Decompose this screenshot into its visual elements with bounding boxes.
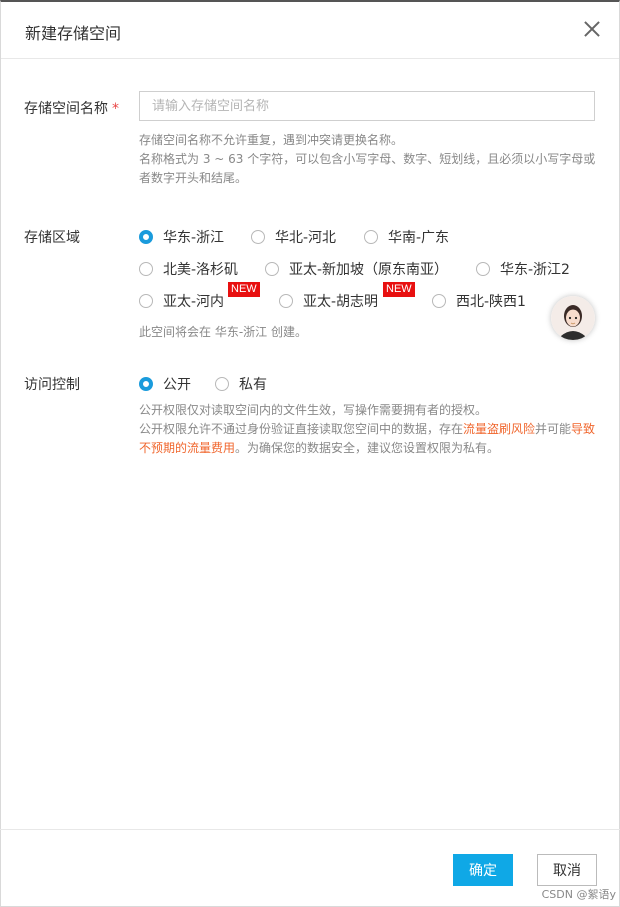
access-label: 访问控制 <box>24 377 80 393</box>
region-option-huadong-zhejiang2[interactable]: 华东-浙江2 <box>476 259 570 279</box>
bucket-name-input[interactable] <box>139 91 595 121</box>
watermark: CSDN @絮语y <box>541 888 616 901</box>
new-badge: NEW <box>228 282 260 297</box>
region-option-ap-hochiminh[interactable]: 亚太-胡志明 <box>279 291 378 311</box>
dialog-footer <box>0 829 620 905</box>
name-hint: 存储空间名称不允许重复，遇到冲突请更换名称。 名称格式为 3 ~ 63 个字符，… <box>139 133 596 185</box>
region-label: 存储区域 <box>24 230 80 246</box>
close-icon[interactable] <box>581 18 603 40</box>
cancel-button[interactable]: 取消 <box>537 854 597 886</box>
region-option-ap-singapore[interactable]: 亚太-新加坡（原东南亚） <box>265 259 448 279</box>
radio-icon <box>215 377 229 391</box>
region-option-huanan-guangdong[interactable]: 华南-广东 <box>364 227 449 247</box>
region-option-ap-hanoi[interactable]: 亚太-河内 <box>139 291 224 311</box>
region-option-huadong-zhejiang[interactable]: 华东-浙江 <box>139 227 224 247</box>
dialog-title: 新建存储空间 <box>25 24 122 43</box>
radio-icon <box>476 262 490 276</box>
dialog-header: 新建存储空间 <box>1 2 619 59</box>
confirm-button[interactable]: 确定 <box>453 854 513 886</box>
region-option-huabei-hebei[interactable]: 华北-河北 <box>251 227 336 247</box>
access-option-public[interactable]: 公开 <box>139 374 191 394</box>
traffic-theft-risk-link[interactable]: 流量盗刷风险 <box>463 422 535 436</box>
radio-selected-icon <box>139 230 153 244</box>
unexpected-fee-link-cont[interactable]: 不预期的流量费用 <box>139 441 235 455</box>
radio-icon <box>139 294 153 308</box>
required-mark: * <box>112 101 119 117</box>
access-hint: 公开权限仅对读取空间内的文件生效，写操作需要拥有者的授权。 公开权限允许不通过身… <box>139 403 596 455</box>
radio-icon <box>432 294 446 308</box>
radio-icon <box>139 262 153 276</box>
assistant-avatar[interactable] <box>551 296 595 340</box>
access-option-private[interactable]: 私有 <box>215 374 267 394</box>
region-option-na-losangeles[interactable]: 北美-洛杉矶 <box>139 259 238 279</box>
unexpected-fee-link[interactable]: 导致 <box>571 422 595 436</box>
radio-icon <box>251 230 265 244</box>
radio-icon <box>364 230 378 244</box>
radio-icon <box>265 262 279 276</box>
region-hint: 此空间将会在 华东-浙江 创建。 <box>139 325 307 339</box>
avatar-icon <box>551 296 595 340</box>
radio-icon <box>279 294 293 308</box>
radio-selected-icon <box>139 377 153 391</box>
new-badge: NEW <box>383 282 415 297</box>
region-option-northwest-shaanxi1[interactable]: 西北-陕西1 <box>432 291 526 311</box>
name-label: 存储空间名称 * <box>24 101 119 117</box>
